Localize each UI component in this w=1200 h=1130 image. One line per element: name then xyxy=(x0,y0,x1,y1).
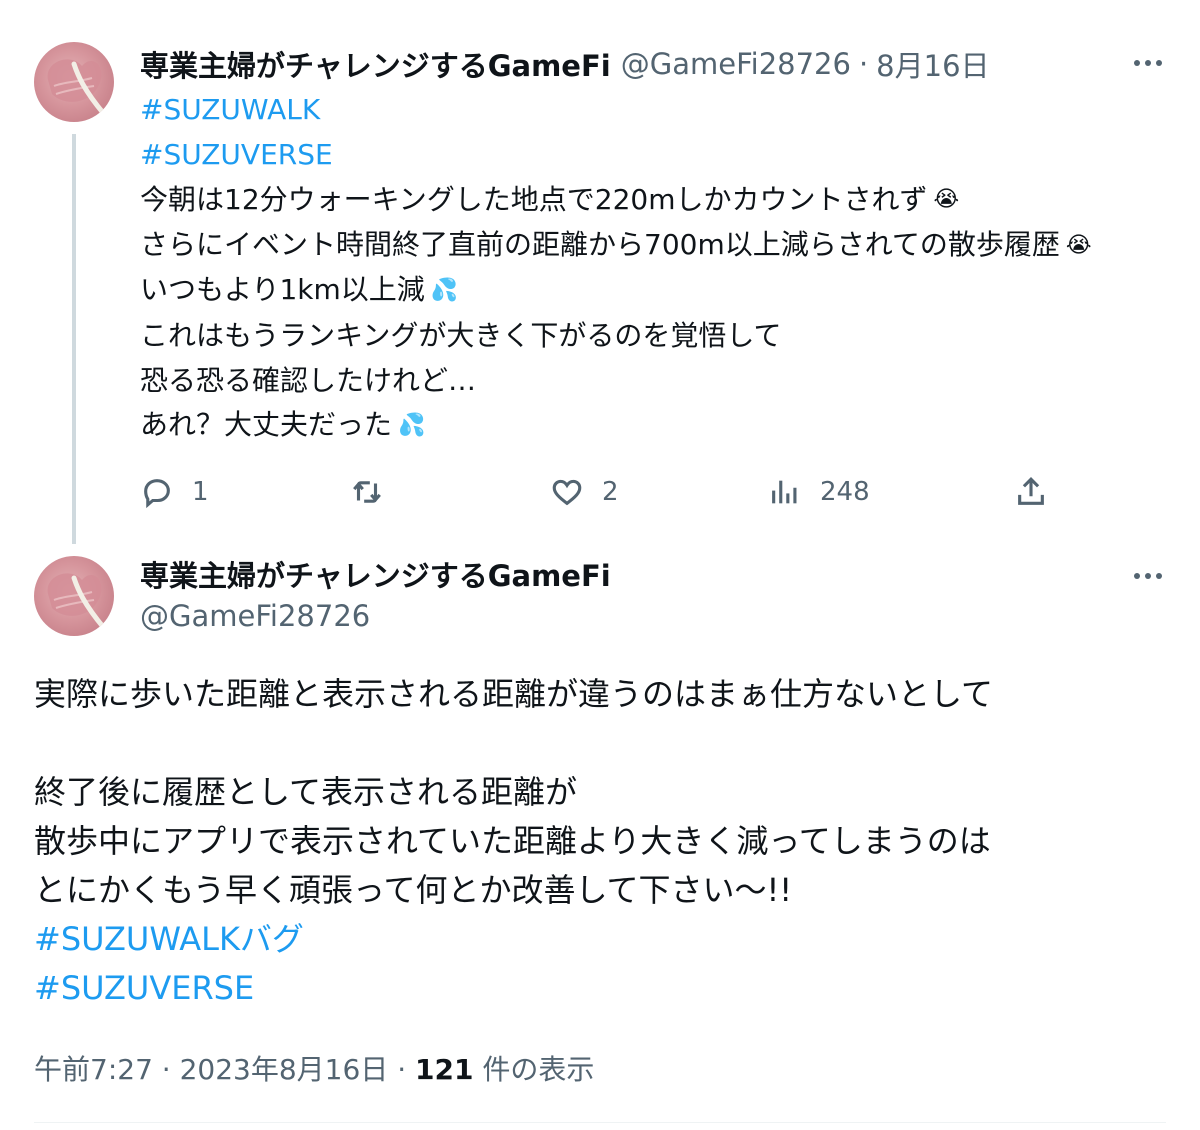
more-options-button[interactable] xyxy=(1128,48,1168,78)
tweet-line: いつもより1km以上減 💦 xyxy=(140,268,1180,313)
tweet-line-text: さらにイベント時間終了直前の距離から700m以上減らされての散歩履歴 xyxy=(140,227,1060,261)
retweet-button[interactable] xyxy=(350,470,402,514)
more-options-button[interactable] xyxy=(1128,561,1168,591)
divider xyxy=(34,1122,1166,1123)
avatar[interactable] xyxy=(34,556,114,636)
tweet-thread: 専業主婦がチャレンジするGameFi @GameFi28726 · 8月16日 … xyxy=(0,0,1200,1130)
anthurium-avatar-image xyxy=(34,556,107,631)
tweet-line: とにかくもう早く頑張って何とか改善して下さい〜!! xyxy=(34,871,793,909)
user-handle[interactable]: @GameFi28726 xyxy=(140,596,611,636)
views-button[interactable]: 248 xyxy=(768,470,870,514)
sweat-droplets-emoji: 💦 xyxy=(430,277,459,303)
avatar[interactable] xyxy=(34,42,114,122)
more-icon-dot xyxy=(1156,60,1162,66)
tweet-date[interactable]: 2023年8月16日 xyxy=(180,1053,389,1086)
thread-connector-line xyxy=(72,134,76,544)
tweet-actions: 1 2 248 xyxy=(140,470,1060,514)
tweet-line: 恐る恐る確認したけれど… xyxy=(140,363,477,397)
more-icon xyxy=(1134,573,1140,579)
tweet-line-text: あれ？大丈夫だった xyxy=(140,408,393,442)
tweet-text: 実際に歩いた距離と表示される距離が違うのはまぁ仕方ないとして 終了後に履歴として… xyxy=(34,670,1174,1013)
views-count[interactable]: 121 xyxy=(415,1053,473,1086)
user-handle[interactable]: @GameFi28726 xyxy=(621,47,851,81)
separator-dot: · xyxy=(397,1053,407,1086)
display-name[interactable]: 専業主婦がチャレンジするGameFi xyxy=(140,556,611,596)
tweet-line: これはもうランキングが大きく下がるのを覚悟して xyxy=(140,318,782,352)
hashtag-link[interactable]: #SUZUWALKバグ xyxy=(34,915,1174,964)
reply-button[interactable]: 1 xyxy=(140,470,209,514)
display-name[interactable]: 専業主婦がチャレンジするGameFi xyxy=(140,43,611,85)
hashtag-link[interactable]: #SUZUWALK xyxy=(140,88,1180,133)
more-icon xyxy=(1134,60,1140,66)
anthurium-avatar-image xyxy=(34,42,107,117)
tweet-time[interactable]: 午前7:27 xyxy=(34,1053,153,1086)
separator-dot: · xyxy=(858,47,869,81)
heart-icon xyxy=(552,479,582,506)
tweet-line: 散歩中にアプリで表示されていた距離より大きく減ってしまうのは xyxy=(34,822,991,860)
views-chart-icon xyxy=(772,480,797,504)
more-icon-dot xyxy=(1156,573,1162,579)
hashtag-link[interactable]: #SUZUVERSE xyxy=(34,964,1174,1013)
tweet-line: さらにイベント時間終了直前の距離から700m以上減らされての散歩履歴 😭 xyxy=(140,223,1180,268)
tweet-date[interactable]: 8月16日 xyxy=(876,43,989,85)
views-label: 件の表示 xyxy=(482,1053,595,1086)
like-button[interactable]: 2 xyxy=(550,470,619,514)
reply-count: 1 xyxy=(192,477,209,507)
tweet-author: 専業主婦がチャレンジするGameFi @GameFi28726 xyxy=(140,556,611,636)
like-count: 2 xyxy=(602,477,619,507)
tweet-meta: 午前7:27 · 2023年8月16日 · 121 件の表示 xyxy=(34,1048,594,1088)
tweet-line: 終了後に履歴として表示される距離が xyxy=(34,773,578,811)
retweet-icon xyxy=(353,481,381,503)
reply-icon xyxy=(144,479,170,509)
crying-face-emoji: 😭 xyxy=(933,187,960,213)
tweet-line-text: 今朝は12分ウォーキングした地点で220mしかカウントされず xyxy=(140,182,928,216)
tweet-line: あれ？大丈夫だった 💦 xyxy=(140,403,1180,448)
tweet-line: 今朝は12分ウォーキングした地点で220mしかカウントされず 😭 xyxy=(140,178,1180,223)
tweet-header: 専業主婦がチャレンジするGameFi @GameFi28726 · 8月16日 xyxy=(140,44,990,84)
crying-face-emoji: 😭 xyxy=(1065,232,1092,258)
hashtag-link[interactable]: #SUZUVERSE xyxy=(140,133,1180,178)
sweat-droplets-emoji: 💦 xyxy=(398,412,426,438)
tweet-line: 実際に歩いた距離と表示される距離が違うのはまぁ仕方ないとして xyxy=(34,675,994,713)
share-icon xyxy=(1018,477,1044,505)
more-icon-dot xyxy=(1145,573,1151,579)
more-icon-dot xyxy=(1145,60,1151,66)
share-button[interactable] xyxy=(1014,470,1048,514)
views-count: 248 xyxy=(820,477,870,507)
separator-dot: · xyxy=(161,1053,171,1086)
tweet-line-text: いつもより1km以上減 xyxy=(140,273,425,307)
tweet-text: #SUZUWALK #SUZUVERSE 今朝は12分ウォーキングした地点で22… xyxy=(140,88,1180,449)
